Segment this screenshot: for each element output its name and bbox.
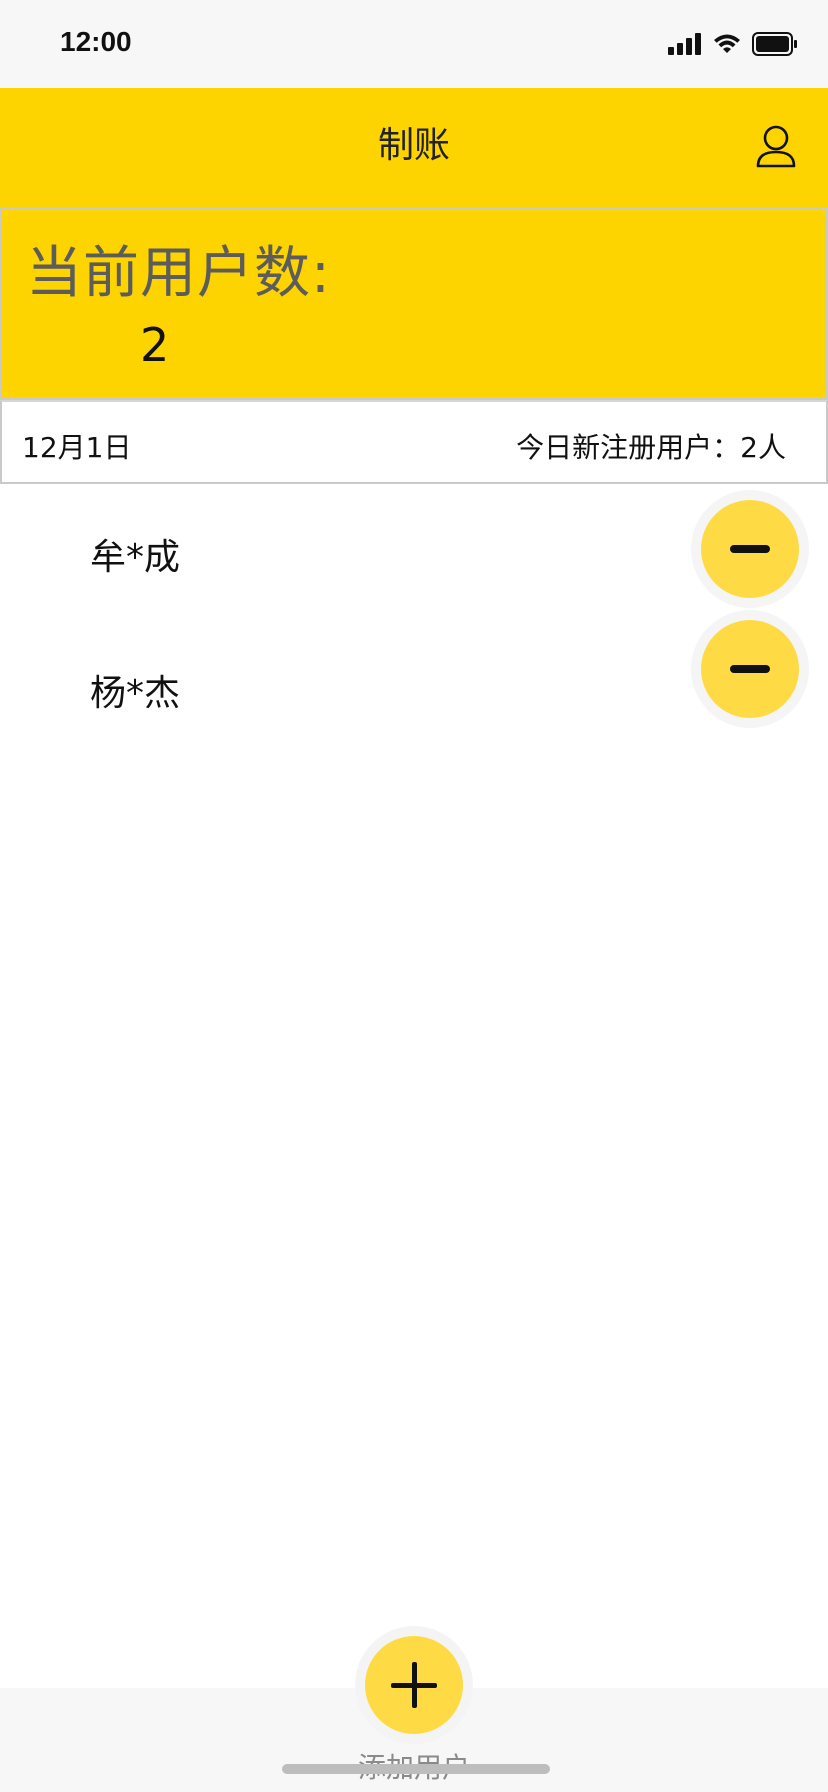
profile-icon[interactable] — [754, 124, 798, 172]
remove-user-button[interactable] — [691, 610, 809, 728]
remove-user-button[interactable] — [691, 490, 809, 608]
minus-icon — [730, 545, 770, 553]
user-count-summary: 当前用户数: 2 — [0, 208, 828, 400]
user-count-label: 当前用户数: — [26, 241, 331, 306]
add-user-button[interactable] — [355, 1626, 473, 1744]
status-time: 12:00 — [60, 26, 132, 57]
page-title: 制账 — [377, 125, 450, 166]
home-indicator — [282, 1764, 550, 1774]
battery-icon — [752, 32, 798, 56]
new-users-today: 今日新注册用户：2人 — [516, 431, 786, 464]
list-item: 杨*杰 — [0, 610, 828, 734]
status-bar: 12:00 — [0, 0, 828, 88]
nav-bar: 制账 — [0, 88, 828, 208]
user-name: 牟*成 — [90, 537, 181, 578]
date-row: 12月1日 今日新注册用户：2人 — [0, 400, 828, 484]
status-icons — [668, 30, 798, 58]
cellular-signal-icon — [668, 33, 702, 55]
wifi-icon — [712, 33, 742, 55]
list-item: 牟*成 — [0, 490, 828, 614]
user-count-value: 2 — [140, 318, 170, 372]
app-screen: 12:00 制账 当前用户数: 2 12月1日 今日新注册用户：2人 牟*成 杨… — [0, 0, 828, 1792]
date-label: 12月1日 — [22, 431, 132, 464]
user-name: 杨*杰 — [90, 673, 181, 714]
minus-icon — [730, 665, 770, 673]
